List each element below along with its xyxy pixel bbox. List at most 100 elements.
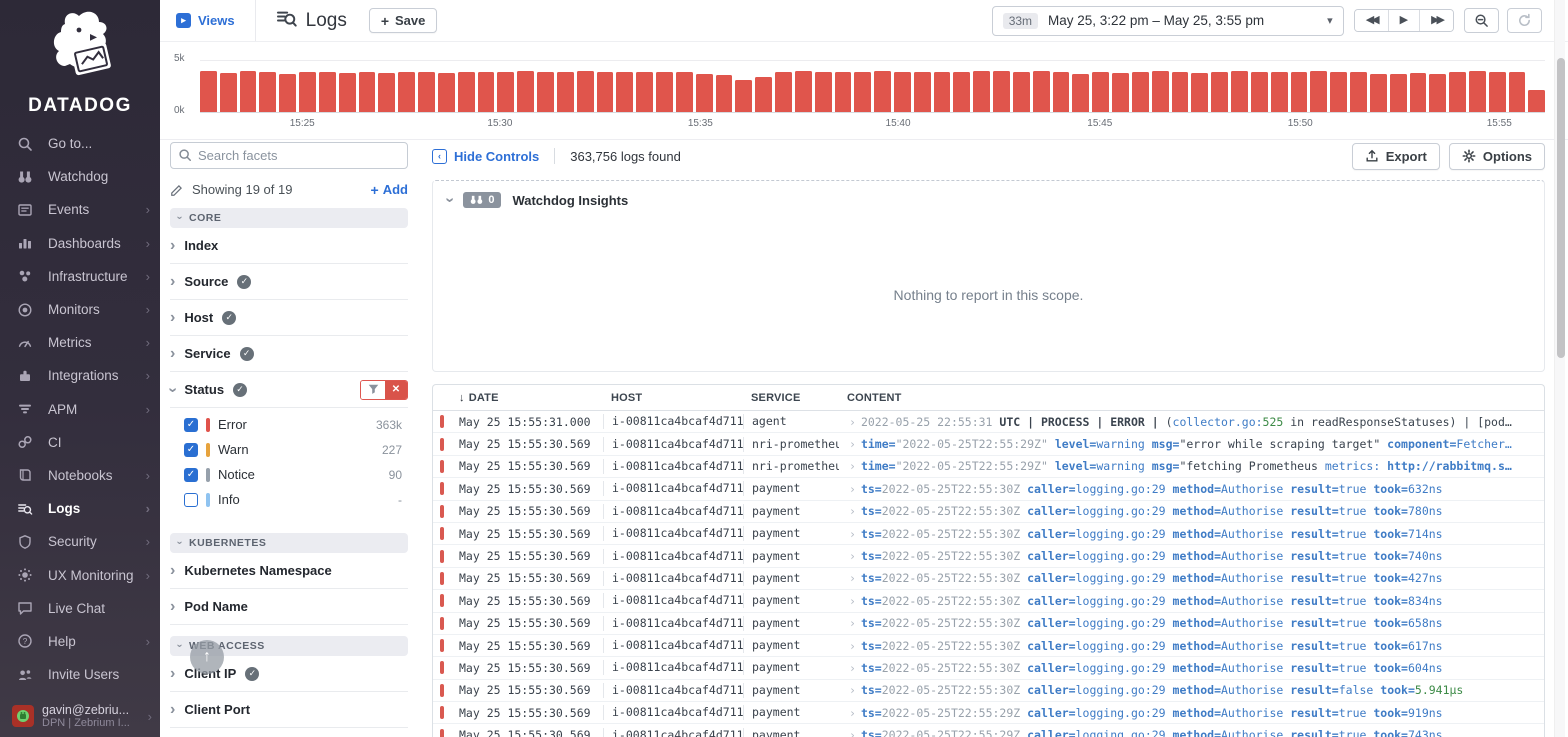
sidebar-item-watchdog[interactable]: Watchdog <box>0 160 160 193</box>
expand-caret-icon: › <box>849 728 856 737</box>
sidebar-item-notebooks[interactable]: Notebooks › <box>0 459 160 492</box>
add-facet-button[interactable]: + Add <box>371 182 408 197</box>
log-row[interactable]: May 25 15:55:30.569 i-00811ca4bcaf4d711 pa… <box>433 702 1544 725</box>
histogram-bar <box>715 75 733 112</box>
log-row[interactable]: May 25 15:55:30.569 i-00811ca4bcaf4d711 pa… <box>433 478 1544 501</box>
histogram-bar <box>318 72 336 112</box>
facet-group-header-core[interactable]: › CORE <box>170 208 408 228</box>
datadog-logo[interactable]: DATADOG <box>0 0 160 127</box>
log-row[interactable]: May 25 15:55:30.569 i-00811ca4bcaf4d711 pa… <box>433 523 1544 546</box>
time-back-button[interactable]: ◀◀ <box>1354 10 1388 31</box>
log-row[interactable]: May 25 15:55:31.000 i-00811ca4bcaf4d711 ag… <box>433 411 1544 434</box>
histogram-bar <box>1112 72 1129 112</box>
histogram-plot[interactable] <box>200 60 1546 112</box>
checkbox-checked[interactable]: ✓ <box>184 467 198 482</box>
sidebar-item-invite-users[interactable]: Invite Users <box>0 658 160 691</box>
facet-source[interactable]: › Source ✓ <box>170 264 408 300</box>
sidebar-item-ci[interactable]: CI <box>0 426 160 459</box>
status-option-warn[interactable]: ✓ Warn 227 <box>170 437 408 462</box>
facet-status[interactable]: › Status ✓ ✕ <box>165 372 408 408</box>
logs-icon <box>276 8 297 34</box>
watchdog-insights-card: › 0 Watchdog Insights Nothing to report … <box>432 180 1545 372</box>
watchdog-header[interactable]: › 0 Watchdog Insights <box>433 181 1544 219</box>
log-service: payment <box>743 570 839 586</box>
facet-host[interactable]: › Host ✓ <box>170 300 408 336</box>
log-row[interactable]: May 25 15:55:30.569 i-00811ca4bcaf4d711 pa… <box>433 590 1544 613</box>
status-option-notice[interactable]: ✓ Notice 90 <box>170 462 408 487</box>
export-button[interactable]: Export <box>1351 142 1440 170</box>
sidebar-item-help[interactable]: ? Help › <box>0 625 160 658</box>
status-option-info[interactable]: Info - <box>170 487 408 512</box>
sidebar-item-ux-monitoring[interactable]: UX Monitoring › <box>0 558 160 591</box>
log-host: i-00811ca4bcaf4d711 <box>603 615 743 631</box>
chevron-right-icon: › <box>170 597 176 615</box>
page-scrollbar[interactable] <box>1554 0 1565 737</box>
scrollbar-thumb[interactable] <box>1556 58 1565 358</box>
sidebar-item-security[interactable]: Security › <box>0 525 160 558</box>
log-row[interactable]: May 25 15:55:30.569 i-00811ca4bcaf4d711 pa… <box>433 724 1544 737</box>
checkbox-checked[interactable]: ✓ <box>184 417 198 432</box>
zoom-out-button[interactable] <box>1464 8 1499 33</box>
sidebar-item-events[interactable]: Events › <box>0 193 160 226</box>
time-range-picker[interactable]: 33m May 25, 3:22 pm – May 25, 3:55 pm ▾ <box>991 5 1344 36</box>
checkbox-checked[interactable]: ✓ <box>184 442 198 457</box>
expand-caret-icon: › <box>849 616 856 631</box>
log-row[interactable]: May 25 15:55:30.569 i-00811ca4bcaf4d711 pa… <box>433 635 1544 658</box>
sidebar-item-monitors[interactable]: Monitors › <box>0 293 160 326</box>
histogram-bar <box>1012 71 1030 112</box>
facet-kubernetes-namespace[interactable]: › Kubernetes Namespace <box>170 553 408 589</box>
pencil-icon[interactable] <box>170 183 184 197</box>
log-service: agent <box>743 414 839 430</box>
sidebar-item-integrations[interactable]: Integrations › <box>0 359 160 392</box>
time-play-button[interactable]: ▶ <box>1387 10 1420 31</box>
log-row[interactable]: May 25 15:55:30.569 i-00811ca4bcaf4d711 nr… <box>433 433 1544 456</box>
log-row[interactable]: May 25 15:55:30.569 i-00811ca4bcaf4d711 pa… <box>433 568 1544 591</box>
sidebar-item-apm[interactable]: APM › <box>0 393 160 426</box>
facet-index[interactable]: › Index <box>170 228 408 264</box>
hide-controls-button[interactable]: ‹ Hide Controls <box>432 148 539 164</box>
log-row[interactable]: May 25 15:55:30.569 i-00811ca4bcaf4d711 pa… <box>433 680 1544 703</box>
status-option-error[interactable]: ✓ Error 363k <box>170 412 408 437</box>
sidebar-nav: Go to... Watchdog Events › Dashboards › Infras… <box>0 127 160 691</box>
sidebar-item-metrics[interactable]: Metrics › <box>0 326 160 359</box>
user-email: gavin@zebriu... <box>42 703 130 717</box>
histogram-bar <box>517 71 535 112</box>
histogram-bar <box>953 72 971 112</box>
user-account-menu[interactable]: gavin@zebriu... DPN | Zebrium I... › <box>0 703 160 729</box>
checkbox-unchecked[interactable] <box>184 492 198 507</box>
facet-group-header-kubernetes[interactable]: › KUBERNETES <box>170 533 408 553</box>
log-row[interactable]: May 25 15:55:30.569 i-00811ca4bcaf4d711 pa… <box>433 613 1544 635</box>
facet-pod-name[interactable]: › Pod Name <box>170 589 408 625</box>
views-button[interactable]: ▸ Views <box>176 13 235 28</box>
sidebar-item-label: Security <box>48 534 97 550</box>
refresh-button[interactable] <box>1507 8 1542 33</box>
filter-funnel-button[interactable] <box>361 380 385 399</box>
log-row[interactable]: May 25 15:55:30.569 i-00811ca4bcaf4d711 nr… <box>433 456 1544 479</box>
sidebar-item-live-chat[interactable]: Live Chat <box>0 592 160 625</box>
sidebar-item-go-to[interactable]: Go to... <box>0 127 160 160</box>
histogram-bar <box>1171 72 1189 112</box>
log-row[interactable]: May 25 15:55:30.569 i-00811ca4bcaf4d711 pa… <box>433 657 1544 680</box>
time-forward-button[interactable]: ▶▶ <box>1419 10 1453 31</box>
check-circle-icon: ✓ <box>233 382 248 397</box>
clear-filter-button[interactable]: ✕ <box>385 380 407 399</box>
search-facets-input[interactable] <box>170 142 408 169</box>
log-row[interactable]: May 25 15:55:30.569 i-00811ca4bcaf4d711 pa… <box>433 501 1544 523</box>
facet-client-port[interactable]: › Client Port <box>170 692 408 728</box>
histogram-bar <box>616 72 634 112</box>
save-view-button[interactable]: + Save <box>368 8 438 33</box>
options-button[interactable]: Options <box>1448 142 1545 170</box>
sidebar-item-logs[interactable]: Logs › <box>0 492 160 525</box>
scroll-to-top-button[interactable]: ↑ <box>190 640 224 674</box>
check-circle-icon: ✓ <box>222 310 237 325</box>
column-header-date[interactable]: ↓ DATE <box>451 392 603 404</box>
column-header-host[interactable]: HOST <box>603 392 743 404</box>
sidebar-item-infrastructure[interactable]: Infrastructure › <box>0 260 160 293</box>
log-row[interactable]: May 25 15:55:30.569 i-00811ca4bcaf4d711 pa… <box>433 545 1544 568</box>
facet-service[interactable]: › Service ✓ <box>170 336 408 372</box>
log-table-card: ↓ DATE HOST SERVICE CONTENT May 25 15:55:… <box>432 384 1545 737</box>
check-circle-icon: ✓ <box>239 346 254 361</box>
log-host: i-00811ca4bcaf4d711 <box>603 548 743 564</box>
column-header-service[interactable]: SERVICE <box>743 392 839 404</box>
sidebar-item-dashboards[interactable]: Dashboards › <box>0 227 160 260</box>
